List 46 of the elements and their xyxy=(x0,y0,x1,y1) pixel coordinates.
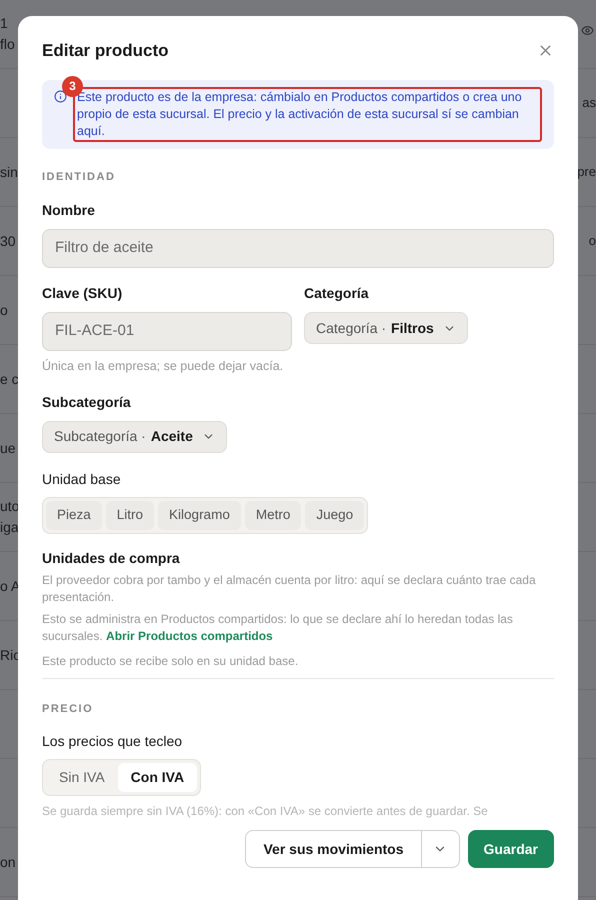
select-dropdown[interactable]: Subcategoría · Aceite xyxy=(42,420,227,453)
note-text: Esto se administra en Productos compartidos: lo que se declare ahí lo heredan todas las sucursales. Abrir Productos compartidos xyxy=(42,610,514,645)
select-dropdown[interactable]: Categoría · Filtros xyxy=(304,312,468,344)
background-text: e c xyxy=(0,370,19,388)
background-text: uto xyxy=(0,497,20,516)
background-text: o xyxy=(0,300,8,320)
shared-products-link[interactable]: Abrir Productos compartidos xyxy=(106,628,273,643)
background-text: flo xyxy=(0,35,15,54)
select-prefix: Categoría · xyxy=(316,318,386,338)
background-text: as xyxy=(582,94,596,112)
unit-option[interactable]: Metro xyxy=(244,500,302,530)
info-icon xyxy=(54,90,67,102)
tax-option[interactable]: Con IVA xyxy=(118,763,198,792)
dialog-title: Editar producto xyxy=(42,40,169,62)
subsection-title: Unidades de compra xyxy=(42,548,181,568)
unit-option[interactable]: Pieza xyxy=(46,500,102,530)
description-text: El proveedor cobra por tambo y el almacén cuenta por litro: aquí se declara cuánto trae cada presentación. xyxy=(42,572,537,606)
select-prefix: Subcategoría · xyxy=(54,427,146,446)
field-label: Subcategoría xyxy=(42,392,132,412)
background-text: on xyxy=(0,852,16,872)
field-label: Los precios que tecleo xyxy=(42,732,184,752)
field-label: Clave (SKU) xyxy=(42,284,124,303)
movements-button[interactable]: Ver sus movimientos xyxy=(246,831,421,868)
background-text: 30 xyxy=(0,232,16,250)
background-text: 1 xyxy=(0,14,9,33)
background-text: pre xyxy=(577,163,596,182)
unit-option[interactable]: Juego xyxy=(305,500,364,530)
background-text: sin xyxy=(0,162,18,182)
field-label: Categoría xyxy=(304,284,370,303)
eye-icon xyxy=(581,24,594,37)
background-text: iga xyxy=(0,518,20,537)
section-heading: IDENTIDAD xyxy=(42,170,116,184)
unit-option[interactable]: Kilogramo xyxy=(158,500,241,530)
hint-text: Se guarda siempre sin IVA (16%): con «Con IVA» se convierte antes de guardar. Se xyxy=(42,803,489,820)
tax-option[interactable]: Sin IVA xyxy=(46,763,118,792)
field-label: Unidad base xyxy=(42,470,122,489)
select-value: Filtros xyxy=(391,318,434,338)
unit-option[interactable]: Litro xyxy=(106,500,154,530)
status-text: Este producto se recibe solo en su unidad base. xyxy=(42,652,300,670)
section-heading: PRECIO xyxy=(42,702,94,717)
save-button[interactable]: Guardar xyxy=(468,830,554,868)
hint-text: Única en la empresa; se puede dejar vacía. xyxy=(42,358,284,375)
background-text: ue xyxy=(0,438,16,458)
select-value: Aceite xyxy=(150,427,193,446)
field-label: Nombre xyxy=(42,201,96,220)
background-text: o xyxy=(588,232,596,250)
